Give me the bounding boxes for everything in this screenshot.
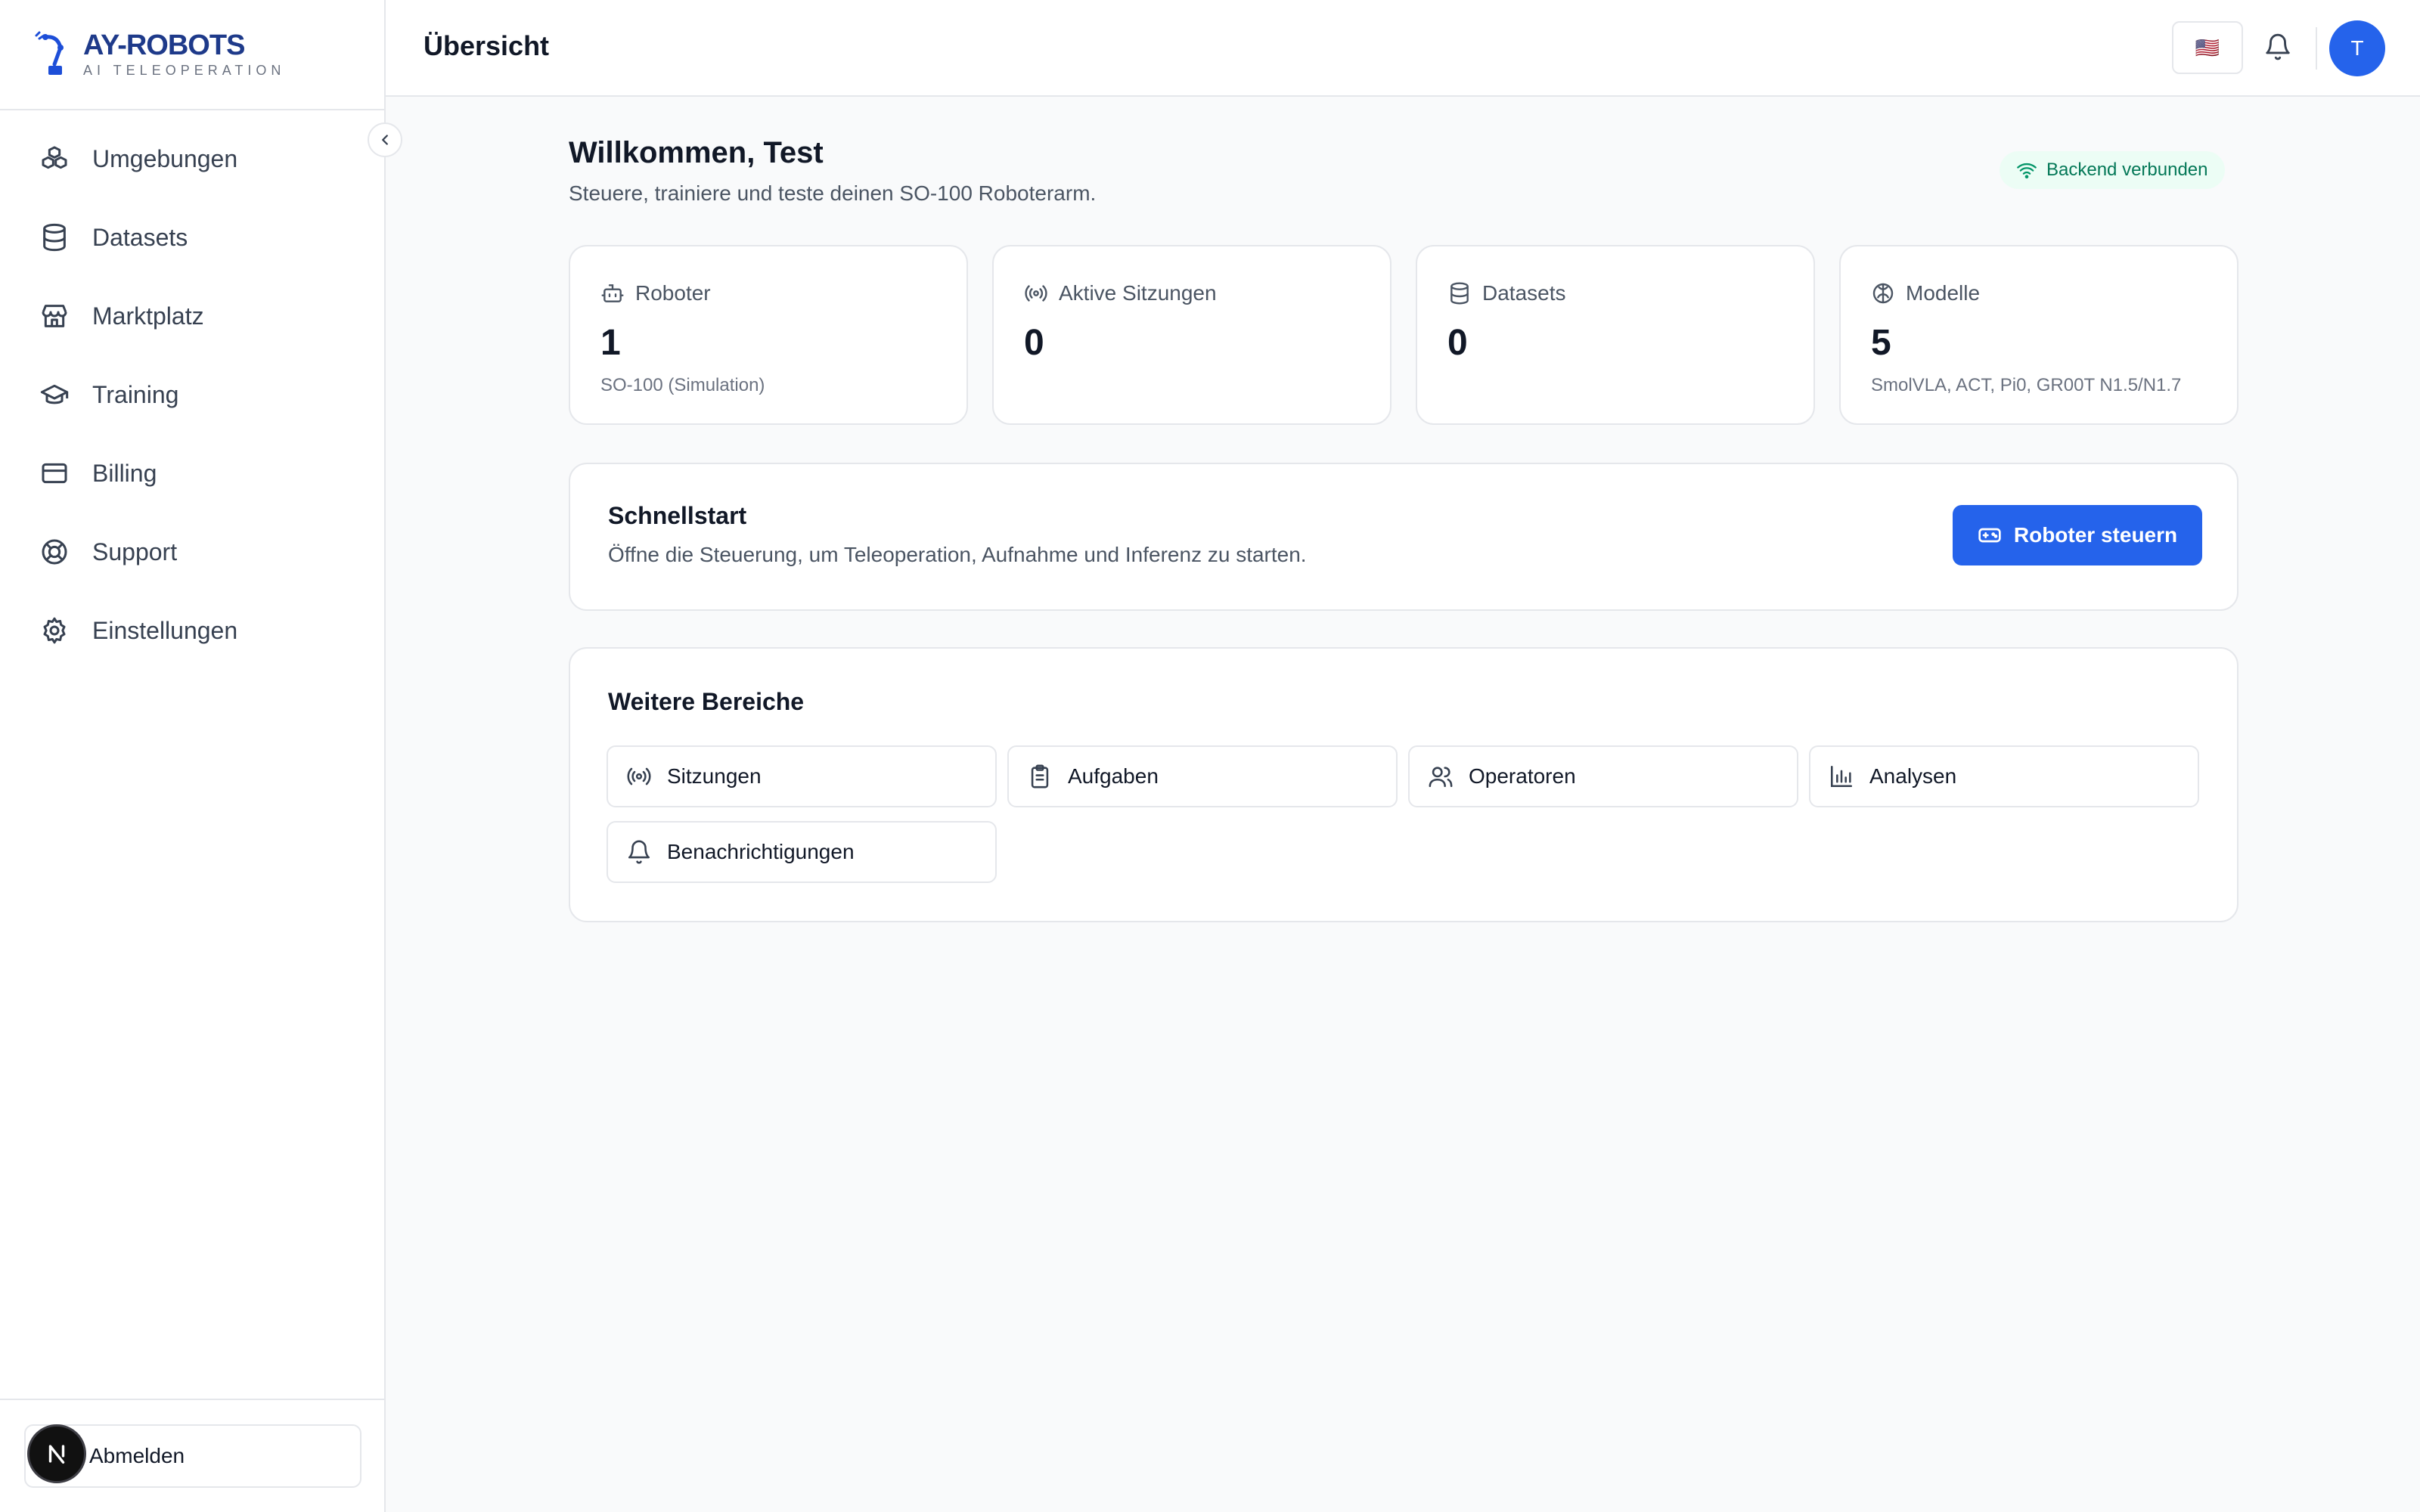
bell-icon [628,840,650,864]
brain-icon [1872,283,1894,304]
store-icon [42,305,67,327]
stat-value: 0 [1447,323,1468,363]
stat-value: 1 [600,323,621,363]
sidebar-item-label: Training [92,380,179,408]
stat-subtext: SmolVLA, ACT, Pi0, GR00T N1.5/N1.7 [1871,375,2182,395]
area-button-analysen[interactable]: Analysen [1809,745,2199,807]
quickstart-description: Öffne die Steuerung, um Teleoperation, A… [608,543,1307,566]
radio-icon [1025,285,1047,302]
bar-chart-icon [1830,765,1853,788]
area-button-label: Benachrichtigungen [667,840,855,863]
sidebar-item-support[interactable]: Support [18,523,366,581]
dev-indicator-badge[interactable] [27,1424,86,1483]
stat-card-aktive-sitzungen: Aktive Sitzungen 0 [992,245,1392,425]
bell-icon [2266,33,2290,60]
robot-arm-logo-icon [35,31,64,75]
graduation-cap-icon [40,384,69,404]
stat-value: 0 [1024,323,1044,363]
more-areas-panel: Weitere Bereiche Sitzungen Aufgaben Oper… [569,647,2238,922]
sidebar-item-label: Einstellungen [92,616,238,644]
stat-label: Modelle [1906,281,1981,305]
control-robot-button-label: Roboter steuern [2013,523,2178,547]
stat-card-modelle: Modelle 5 SmolVLA, ACT, Pi0, GR00T N1.5/… [1839,245,2238,425]
language-switcher-button[interactable]: 🇺🇸 [2172,21,2243,74]
gamepad-icon [1978,528,2001,543]
brand[interactable]: AY-ROBOTS AI TELEOPERATION [0,0,384,110]
stat-card-datasets: Datasets 0 [1416,245,1815,425]
sidebar-item-umgebungen[interactable]: Umgebungen [18,130,366,187]
area-button-operatoren[interactable]: Operatoren [1408,745,1798,807]
backend-status-badge: Backend verbunden [2000,151,2225,189]
backend-status-text: Backend verbunden [2046,160,2208,180]
area-button-benachrichtigungen[interactable]: Benachrichtigungen [607,821,997,883]
area-button-label: Sitzungen [667,764,762,788]
next-logo-icon [48,1445,65,1464]
radio-icon [627,767,651,785]
notifications-button[interactable] [2260,29,2296,65]
stat-card-roboter: Roboter 1 SO-100 (Simulation) [569,245,968,425]
sidebar-item-training[interactable]: Training [18,366,366,423]
sidebar-item-einstellungen[interactable]: Einstellungen [18,602,366,659]
stat-label: Aktive Sitzungen [1059,281,1217,305]
life-buoy-icon [42,539,67,565]
users-icon [1429,767,1453,788]
clipboard-icon [1031,764,1049,789]
sidebar-nav: Umgebungen Datasets Marktplatz Training … [18,130,366,680]
stat-label: Roboter [635,281,711,305]
bot-icon [601,284,624,302]
header-divider [2316,27,2317,70]
us-flag-icon: 🇺🇸 [2195,36,2220,59]
top-header: Übersicht 🇺🇸 T [386,0,2420,97]
area-button-aufgaben[interactable]: Aufgaben [1007,745,1398,807]
collapse-sidebar-button[interactable] [368,122,402,157]
sidebar-item-label: Support [92,538,178,565]
stat-value: 5 [1871,323,1891,363]
chevron-left-icon [382,135,388,145]
sidebar-item-datasets[interactable]: Datasets [18,209,366,266]
credit-card-icon [42,463,67,484]
database-icon [43,223,66,252]
page-title: Übersicht [424,30,550,61]
stat-subtext: SO-100 (Simulation) [600,375,765,395]
area-button-label: Operatoren [1469,764,1576,788]
database-icon [1450,282,1469,305]
stat-label: Datasets [1482,281,1566,305]
welcome-subtitle: Steuere, trainiere und teste deinen SO-1… [569,181,1097,205]
sidebar-item-label: Marktplatz [92,302,204,330]
more-areas-title: Weitere Bereiche [608,688,805,715]
quickstart-title: Schnellstart [608,502,747,529]
sidebar-item-billing[interactable]: Billing [18,445,366,502]
brand-tagline: AI TELEOPERATION [83,63,286,78]
sidebar-item-label: Billing [92,459,157,487]
quickstart-panel: Schnellstart Öffne die Steuerung, um Tel… [569,463,2238,611]
gear-icon [43,617,66,644]
welcome-title: Willkommen, Test [569,136,824,169]
control-robot-button[interactable]: Roboter steuern [1953,505,2202,565]
brand-name: AY-ROBOTS [83,29,245,61]
boxes-icon [42,146,67,169]
area-button-label: Analysen [1869,764,1957,788]
sidebar-item-label: Datasets [92,223,188,251]
user-avatar[interactable]: T [2329,20,2385,76]
wifi-icon [2017,163,2037,179]
area-button-label: Aufgaben [1068,764,1159,788]
sidebar: AY-ROBOTS AI TELEOPERATION Umgebungen Da… [0,0,402,1512]
sidebar-item-label: Umgebungen [92,144,238,172]
area-button-sitzungen[interactable]: Sitzungen [607,745,997,807]
sidebar-item-marktplatz[interactable]: Marktplatz [18,287,366,345]
